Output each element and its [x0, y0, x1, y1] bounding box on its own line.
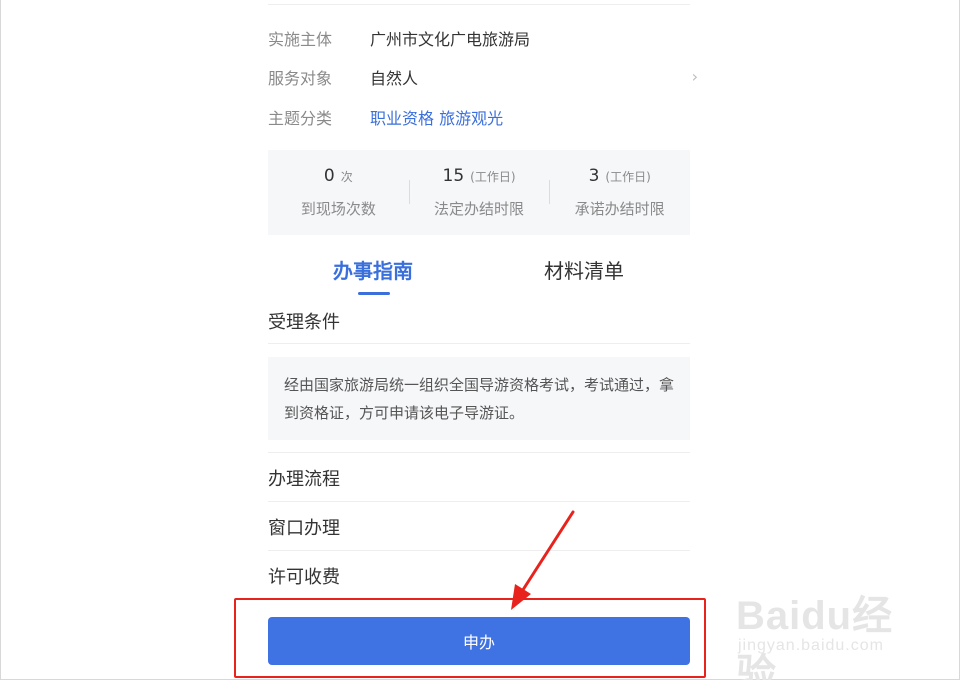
stat-number: 3 — [588, 166, 600, 186]
stats-panel: 0 次 到现场次数 15 (工作日) 法定办结时限 3 (工作日) 承诺办结时限 — [268, 150, 690, 235]
active-tab-indicator — [358, 292, 390, 295]
stat-legal-deadline: 15 (工作日) 法定办结时限 — [408, 150, 550, 235]
stat-unit: 次 — [340, 170, 353, 184]
info-label: 主题分类 — [268, 109, 333, 128]
stat-visits: 0 次 到现场次数 — [268, 150, 409, 235]
divider — [268, 452, 690, 453]
stat-number: 15 — [442, 166, 465, 186]
info-value: 广州市文化广电旅游局 — [370, 30, 531, 49]
section-conditions-title: 受理条件 — [268, 312, 340, 333]
theme-links[interactable]: 职业资格 旅游观光 — [370, 105, 503, 129]
info-label: 实施主体 — [268, 30, 333, 49]
top-divider — [268, 4, 690, 5]
stat-label: 到现场次数 — [300, 200, 376, 218]
watermark-url: jingyan.baidu.com — [738, 637, 884, 654]
highlight-box — [234, 598, 706, 678]
tab-materials[interactable]: 材料清单 — [544, 255, 624, 284]
section-window[interactable]: 窗口办理 — [268, 514, 340, 540]
stat-number: 0 — [323, 166, 335, 186]
stat-unit: (工作日) — [470, 170, 516, 184]
watermark-brand: Baidu经验 — [736, 594, 894, 680]
baidu-watermark: Baidu经验 jingyan.baidu.com — [734, 575, 924, 680]
divider — [268, 550, 690, 551]
stat-label: 法定办结时限 — [434, 200, 525, 218]
info-row-theme: 主题分类 职业资格 旅游观光 — [268, 105, 698, 129]
tab-guide[interactable]: 办事指南 — [333, 255, 413, 284]
info-label: 服务对象 — [268, 69, 333, 88]
stat-unit: (工作日) — [605, 170, 651, 184]
section-process[interactable]: 办理流程 — [268, 465, 340, 491]
red-arrow-icon — [511, 510, 575, 610]
divider — [268, 343, 690, 344]
stat-promised-deadline: 3 (工作日) 承诺办结时限 — [549, 150, 690, 235]
info-value: 自然人 — [370, 69, 419, 88]
section-fee[interactable]: 许可收费 — [268, 563, 340, 589]
divider — [268, 501, 690, 502]
chevron-right-icon[interactable]: › — [692, 67, 698, 86]
info-row-implementer: 实施主体 广州市文化广电旅游局 — [268, 26, 698, 50]
info-row-service-target[interactable]: 服务对象 自然人 › — [268, 65, 698, 89]
conditions-description: 经由国家旅游局统一组织全国导游资格考试，考试通过，拿到资格证，方可申请该电子导游… — [268, 357, 690, 440]
tab-bar: 办事指南 材料清单 — [268, 255, 690, 297]
stat-label: 承诺办结时限 — [574, 200, 665, 218]
